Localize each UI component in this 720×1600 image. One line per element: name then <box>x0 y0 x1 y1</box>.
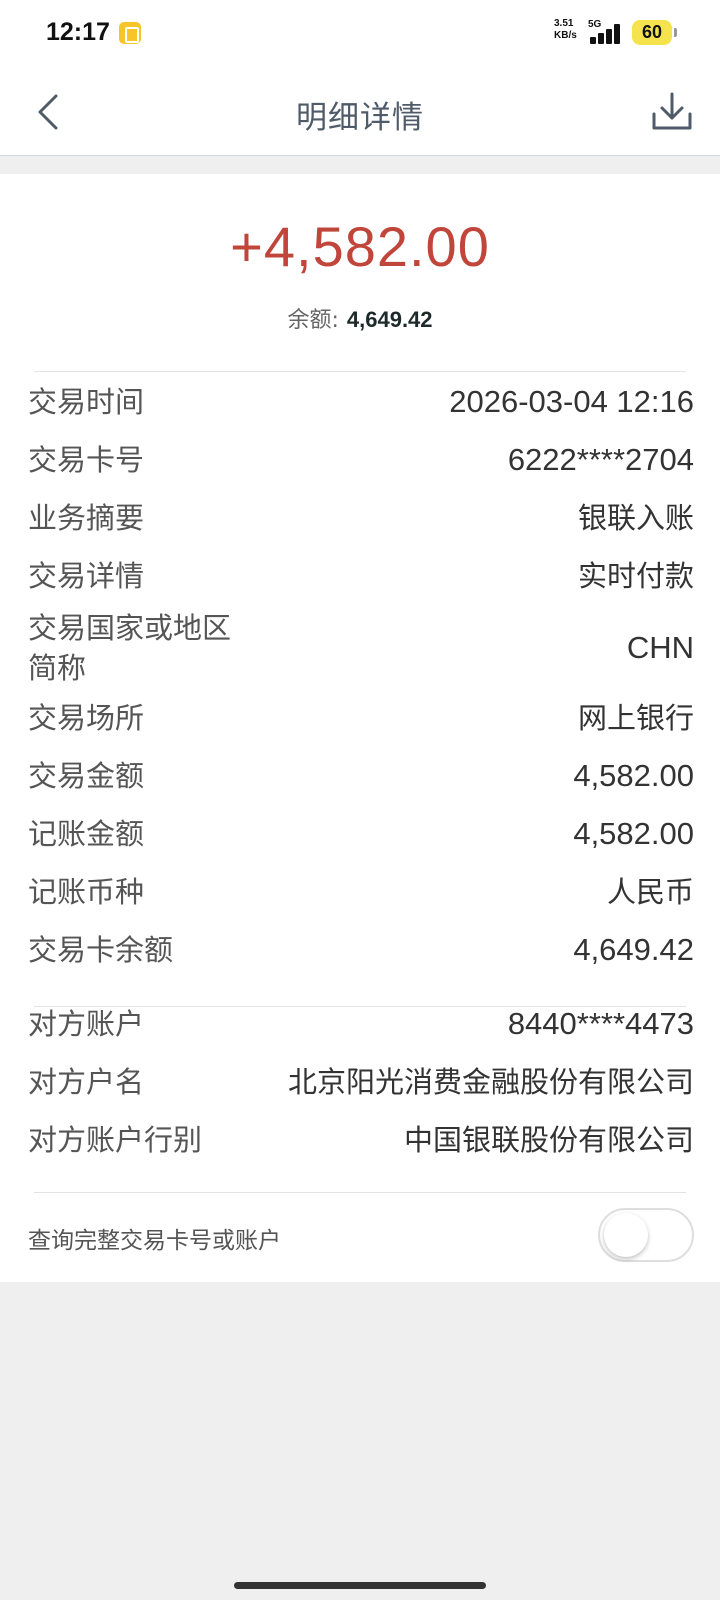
toggle-knob <box>604 1213 648 1257</box>
detail-value: 银联入账 <box>577 501 694 535</box>
transaction-detail-card: +4,582.00 余额: 4,649.42 交易时间 2026-03-04 12… <box>0 174 720 1282</box>
counterparty-value: 北京阳光消费金融股份有限公司 <box>287 1065 694 1099</box>
detail-value: 人民币 <box>606 875 694 909</box>
network-speed-unit: KB/s <box>554 30 577 41</box>
status-time: 12:17 <box>46 18 110 46</box>
status-bar: 12:17 3.51 KB/s 5G 60 <box>0 0 720 68</box>
signal-strength-icon <box>590 22 626 44</box>
balance-label: 余额: <box>287 308 339 333</box>
detail-label: 交易卡号 <box>28 443 145 477</box>
download-button[interactable] <box>648 88 696 136</box>
detail-value: 实时付款 <box>577 559 694 593</box>
detail-value: 6222****2704 <box>507 442 694 477</box>
detail-value: 4,582.00 <box>573 758 694 793</box>
nav-bar: 明细详情 <box>0 68 720 156</box>
detail-label: 交易详情 <box>28 559 145 593</box>
network-speed: 3.51 KB/s <box>554 18 584 42</box>
detail-value: 网上银行 <box>577 701 694 735</box>
counterparty-label: 对方账户 <box>28 1007 145 1041</box>
download-icon <box>652 92 692 130</box>
balance-value: 4,649.42 <box>346 307 433 332</box>
detail-label: 交易金额 <box>28 759 145 793</box>
detail-label: 业务摘要 <box>28 501 145 535</box>
detail-value: 2026-03-04 12:16 <box>449 384 694 419</box>
balance-summary: 余额: 4,649.42 <box>0 302 720 334</box>
counterparty-label: 对方户名 <box>28 1065 145 1099</box>
detail-label-line1: 交易国家或地区 <box>28 611 232 645</box>
detail-value: 4,582.00 <box>573 816 694 851</box>
divider <box>34 371 686 372</box>
show-full-number-toggle[interactable] <box>598 1208 694 1262</box>
detail-label: 记账币种 <box>28 875 145 909</box>
network-speed-value: 3.51 <box>554 18 574 29</box>
show-full-number-label: 查询完整交易卡号或账户 <box>28 1228 281 1254</box>
detail-row-country-region: 交易国家或地区 简称 CHN <box>28 608 694 690</box>
detail-label: 交易场所 <box>28 701 145 735</box>
page-title: 明细详情 <box>296 100 424 136</box>
detail-label: 记账金额 <box>28 817 145 851</box>
detail-label: 交易时间 <box>28 385 145 419</box>
detail-label: 交易卡余额 <box>28 933 174 967</box>
detail-label-line2: 简称 <box>28 651 87 685</box>
detail-value: CHN <box>626 630 694 665</box>
divider <box>34 1192 686 1193</box>
home-indicator[interactable] <box>234 1582 486 1589</box>
counterparty-value: 8440****4473 <box>507 1006 694 1041</box>
counterparty-value: 中国银联股份有限公司 <box>403 1123 694 1157</box>
transaction-amount: +4,582.00 <box>230 215 490 278</box>
counterparty-label: 对方账户行别 <box>28 1123 203 1157</box>
notification-app-icon <box>119 22 141 44</box>
battery-icon: 60 <box>632 20 677 45</box>
detail-value: 4,649.42 <box>573 932 694 967</box>
section-gap <box>0 156 720 174</box>
